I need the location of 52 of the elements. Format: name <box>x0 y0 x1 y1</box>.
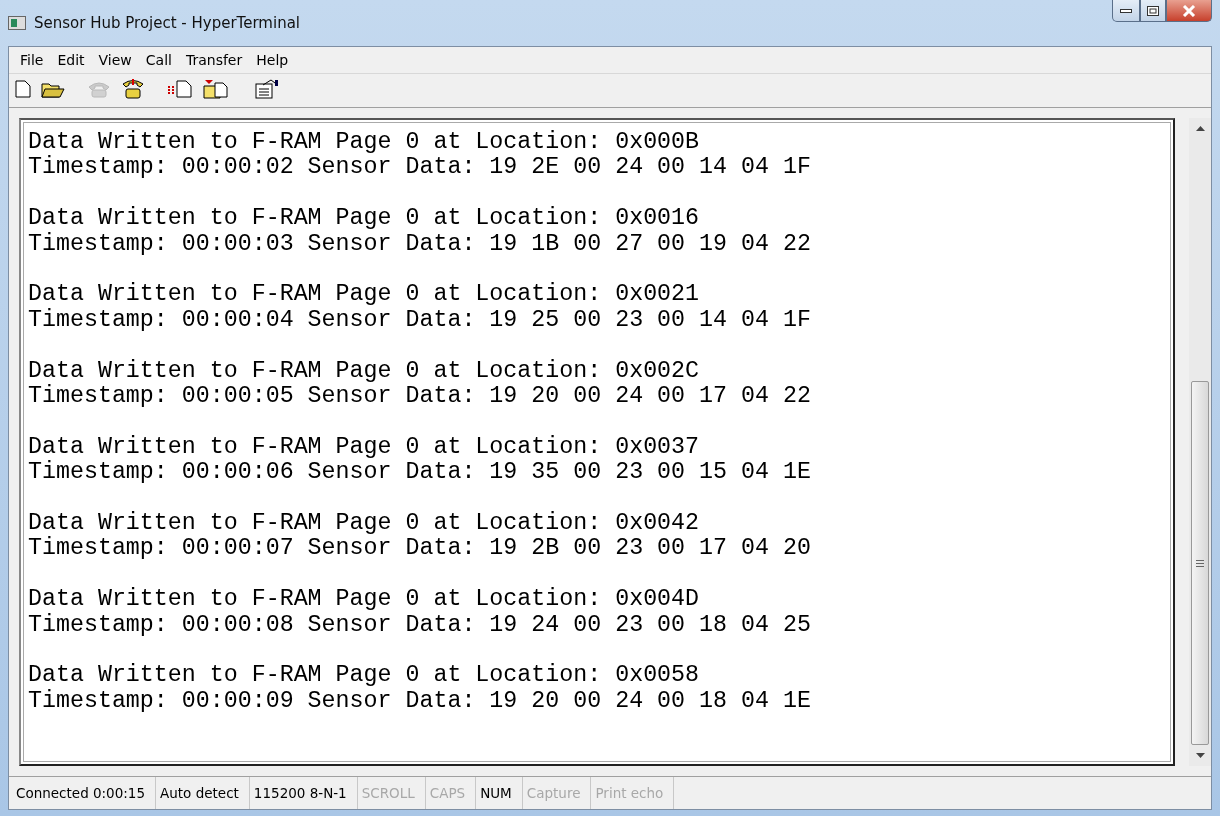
terminal-line: Data Written to F-RAM Page 0 at Location: 0x004D <box>28 587 701 613</box>
terminal-line: Timestamp: 00:00:05 Sensor Data: 19 20 00 24 00 17 04 22 <box>28 384 812 410</box>
menu-item[interactable]: File <box>13 49 51 71</box>
maximize-icon <box>1147 5 1159 16</box>
folder-icon <box>41 80 65 98</box>
vertical-scrollbar[interactable] <box>1189 118 1211 766</box>
terminal-line: Data Written to F-RAM Page 0 at Location: 0x000B <box>28 130 701 155</box>
terminal-line: Timestamp: 00:00:09 Sensor Data: 19 20 00 24 00 18 04 1E <box>28 688 812 715</box>
send-page-icon <box>167 80 193 98</box>
menu-item[interactable]: Call <box>138 49 179 71</box>
status-panel: Print echo <box>591 777 675 809</box>
terminal-line: Timestamp: 00:00:06 Sensor Data: 19 35 00 23 00 15 04 1E <box>28 460 812 486</box>
minimize-button[interactable] <box>1112 0 1140 22</box>
terminal-line: Data Written to F-RAM Page 0 at Location: 0x002C <box>28 358 701 384</box>
menu-item[interactable]: Transfer <box>178 49 250 71</box>
menu-item[interactable]: Edit <box>50 49 92 71</box>
telephone-icon <box>121 78 145 100</box>
status-panel: Connected 0:00:15 <box>12 777 157 809</box>
status-panel: Auto detect <box>156 777 250 809</box>
terminal-line: Data Written to F-RAM Page 0 at Location: 0x0016 <box>28 206 701 232</box>
toolbar-button[interactable] <box>253 78 281 100</box>
terminal-line: Timestamp: 00:00:07 Sensor Data: 19 2B 00 23 00 17 04 20 <box>28 536 812 562</box>
telephone-icon <box>87 79 111 99</box>
maximize-button[interactable] <box>1140 0 1166 22</box>
window-title: Sensor Hub Project - HyperTerminal <box>34 14 300 32</box>
terminal-line: Data Written to F-RAM Page 0 at Location: 0x0021 <box>28 282 701 308</box>
status-panel: 115200 8-N-1 <box>249 777 358 809</box>
grip-icon <box>1196 559 1204 567</box>
minimize-icon <box>1120 7 1132 14</box>
terminal-line: Data Written to F-RAM Page 0 at Location: 0x0042 <box>28 511 701 536</box>
terminal-line: Timestamp: 00:00:03 Sensor Data: 19 1B 00 27 00 19 04 22 <box>28 231 812 257</box>
close-button[interactable] <box>1166 0 1212 22</box>
terminal-line: Timestamp: 00:00:04 Sensor Data: 19 25 00 23 00 14 04 1F <box>28 307 812 334</box>
terminal-line: Timestamp: 00:00:08 Sensor Data: 19 24 00 23 00 18 04 25 <box>28 612 812 639</box>
terminal-line: Data Written to F-RAM Page 0 at Location: 0x0058 <box>28 663 701 689</box>
app-icon <box>8 16 26 30</box>
blank-page-icon <box>15 80 31 98</box>
terminal-line: Timestamp: 00:00:02 Sensor Data: 19 2E 00 24 00 14 04 1F <box>28 155 812 181</box>
status-panel: CAPS <box>425 777 477 809</box>
scrollbar-thumb[interactable] <box>1191 381 1209 745</box>
status-panel: SCROLL <box>357 777 426 809</box>
menu-item[interactable]: Help <box>249 49 296 71</box>
toolbar-button[interactable] <box>201 78 231 100</box>
scroll-down-icon <box>1195 753 1205 758</box>
terminal-line: Data Written to F-RAM Page 0 at Location: 0x0037 <box>28 434 701 460</box>
status-panel: NUM <box>476 777 523 809</box>
properties-icon <box>255 79 279 99</box>
scroll-up-icon <box>1195 126 1205 131</box>
folder-page-icon <box>203 79 229 99</box>
close-icon <box>1182 4 1196 17</box>
status-panel: Capture <box>522 777 592 809</box>
menu-item[interactable]: View <box>91 49 139 71</box>
